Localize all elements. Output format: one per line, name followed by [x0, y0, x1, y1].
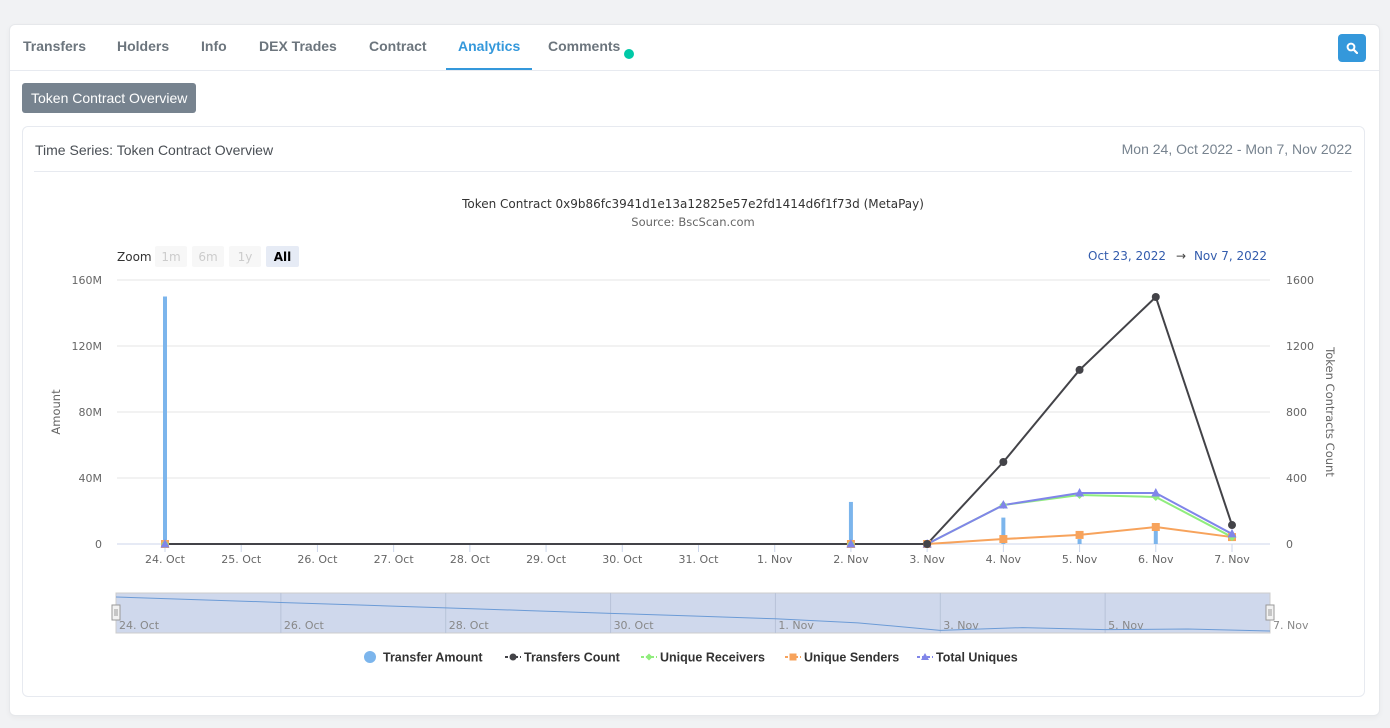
x-tick-label: 30. Oct [602, 553, 643, 566]
legend-symbol [789, 653, 797, 661]
x-tick-label: 26. Oct [297, 553, 338, 566]
x-tick-label: 1. Nov [757, 553, 793, 566]
x-tick-label: 6. Nov [1138, 553, 1174, 566]
transfer-amount-bar[interactable] [848, 501, 853, 544]
y-left-axis-title: Amount [49, 389, 63, 435]
unique-receivers-line [165, 493, 1233, 545]
y-left-tick-label: 120M [72, 340, 103, 353]
transfers-count-point[interactable] [1228, 521, 1236, 530]
navigator-label: 1. Nov [778, 619, 814, 632]
chart: Token Contract 0x9b86fc3941d1e13a12825e5… [49, 197, 1337, 665]
zoom-button-label: 1m [161, 250, 180, 264]
legend-label: Transfer Amount [383, 651, 483, 665]
legend-label: Unique Senders [804, 651, 899, 665]
unique-senders-point[interactable] [1075, 530, 1084, 539]
transfer-amount-bar[interactable] [1077, 539, 1082, 544]
navigator-label: 28. Oct [449, 619, 490, 632]
transfer-amount-bar[interactable] [163, 296, 167, 545]
legend-symbol [509, 653, 517, 661]
zoom-button-1y[interactable]: 1y [229, 246, 261, 267]
y-left-tick-label: 40M [79, 472, 103, 485]
zoom-button-All[interactable]: All [266, 246, 299, 267]
x-tick-label: 2. Nov [833, 553, 869, 566]
x-tick-label: 4. Nov [986, 553, 1022, 566]
total-uniques-line [165, 492, 1233, 545]
handle-box [1265, 604, 1275, 621]
zoom-button-label: 6m [198, 250, 217, 264]
navigator-label: 24. Oct [119, 619, 160, 632]
zoom-button-label: All [274, 250, 292, 264]
y-right-tick-label: 800 [1286, 406, 1307, 419]
transfers-count-point[interactable] [999, 457, 1008, 466]
x-tick-label: 3. Nov [909, 553, 945, 566]
x-tick-label: 31. Oct [678, 553, 719, 566]
transfers-count-line [165, 295, 1233, 545]
x-tick-label: 27. Oct [374, 553, 415, 566]
zoom-button-1m[interactable]: 1m [155, 246, 187, 267]
navigator-label: 7. Nov [1273, 619, 1309, 632]
chart-subtitle: Source: BscScan.com [631, 215, 754, 229]
x-tick-label: 5. Nov [1062, 553, 1098, 566]
y-right-tick-label: 1200 [1286, 340, 1314, 353]
legend-label: Transfers Count [524, 651, 621, 665]
range-to-input[interactable]: Nov 7, 2022 [1194, 249, 1267, 263]
unique-senders-line [165, 526, 1233, 545]
y-right-tick-label: 0 [1286, 538, 1293, 551]
x-tick-label: 7. Nov [1214, 553, 1250, 566]
y-left-tick-label: 80M [79, 406, 103, 419]
x-tick-label: 24. Oct [145, 553, 186, 566]
zoom-button-label: 1y [238, 250, 253, 264]
legend-item-transfer-amount[interactable]: Transfer Amount [364, 651, 483, 665]
y-right-axis-title: Token Contracts Count [1323, 346, 1337, 477]
x-tick-label: 25. Oct [221, 553, 262, 566]
y-left-tick-label: 0 [95, 538, 102, 551]
y-left-tick-label: 160M [72, 274, 103, 287]
legend-label: Unique Receivers [660, 651, 765, 665]
legend-item-transfers-count[interactable]: Transfers Count [505, 651, 621, 665]
transfers-count-point[interactable] [1151, 292, 1160, 301]
range-from-input[interactable]: Oct 23, 2022 [1088, 249, 1166, 263]
legend-label: Total Uniques [936, 651, 1018, 665]
transfers-count-point[interactable] [923, 540, 932, 548]
zoom-button-6m[interactable]: 6m [192, 246, 224, 267]
unique-senders-point[interactable] [1151, 523, 1160, 532]
navigator-label: 26. Oct [284, 619, 325, 632]
range-arrow: → [1176, 249, 1186, 263]
x-tick-label: 29. Oct [526, 553, 567, 566]
legend-item-total-uniques[interactable]: Total Uniques [917, 651, 1018, 665]
legend-symbol [645, 653, 653, 661]
zoom-label: Zoom [117, 250, 152, 264]
transfers-count-point[interactable] [1075, 365, 1084, 374]
legend-item-unique-receivers[interactable]: Unique Receivers [641, 651, 765, 665]
handle-box [111, 604, 121, 621]
navigator-handle-right[interactable] [1265, 604, 1275, 621]
legend-item-unique-senders[interactable]: Unique Senders [785, 651, 899, 665]
x-tick-label: 28. Oct [450, 553, 491, 566]
legend-symbol [364, 651, 376, 663]
navigator-label: 30. Oct [614, 619, 655, 632]
navigator-handle-left[interactable] [111, 604, 121, 621]
y-right-tick-label: 400 [1286, 472, 1307, 485]
y-right-tick-label: 1600 [1286, 274, 1314, 287]
unique-senders-point[interactable] [999, 535, 1008, 544]
transfer-amount-bar[interactable] [1153, 529, 1158, 544]
chart-title: Token Contract 0x9b86fc3941d1e13a12825e5… [461, 197, 924, 211]
